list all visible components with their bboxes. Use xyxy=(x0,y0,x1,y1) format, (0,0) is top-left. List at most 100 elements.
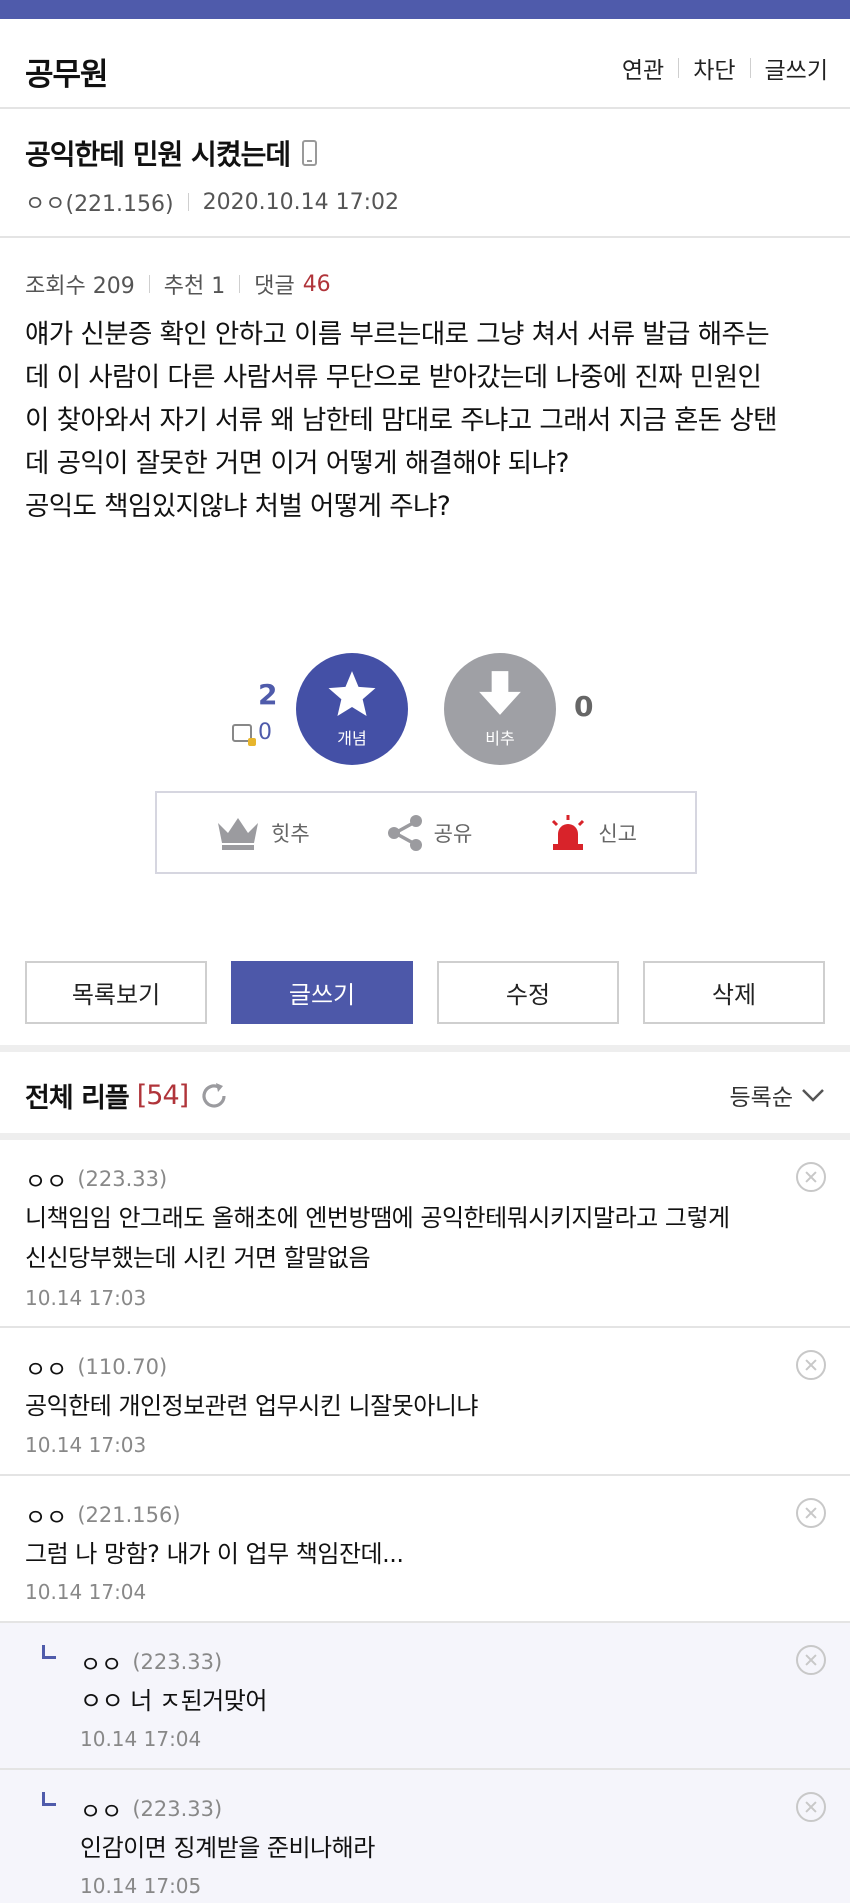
body-line: 얘가 신분증 확인 안하고 이름 부르는대로 그냥 쳐서 서류 발급 해주는 xyxy=(25,319,770,350)
body-line: 데 공익이 잘못한 거면 이거 어떻게 해결해야 되냐? xyxy=(25,448,569,479)
arrow-down-icon xyxy=(479,671,521,715)
divider xyxy=(749,58,751,78)
write-button[interactable]: 글쓰기 xyxy=(231,961,413,1024)
section-divider xyxy=(0,1133,850,1140)
reply-arrow-icon xyxy=(42,1645,56,1659)
comment-author: ㅇㅇ (223.33) xyxy=(80,1792,222,1826)
hit-button[interactable]: 힛추 xyxy=(215,815,310,851)
comment-text: 인감이면 징계받을 준비나해라 xyxy=(80,1828,820,1868)
comment-text: ㅇㅇ 너 ㅈ된거맞어 xyxy=(80,1681,820,1721)
post-author[interactable]: ㅇㅇ(221.156) xyxy=(25,186,174,218)
sort-label: 등록순 xyxy=(729,1085,793,1111)
comment-nickname[interactable]: ㅇㅇ xyxy=(25,1350,67,1384)
reply-title-text: 전체 리플 xyxy=(25,1083,130,1114)
siren-icon xyxy=(552,814,585,850)
reply-arrow-icon xyxy=(42,1792,56,1806)
fixed-upvote-value: 0 xyxy=(258,720,272,745)
mobile-icon xyxy=(302,140,318,166)
downvote-count: 0 xyxy=(574,690,594,723)
related-link[interactable]: 연관 xyxy=(622,51,664,85)
delete-comment-icon[interactable] xyxy=(796,1350,826,1380)
refresh-icon[interactable] xyxy=(198,1080,230,1112)
reply-item: ㅇㅇ (223.33) 인감이면 징계받을 준비나해라 10.14 17:05 xyxy=(0,1770,850,1903)
body-line: 이 찾아와서 자기 서류 왜 남한테 맘대로 주냐고 그래서 지금 혼돈 상탠 xyxy=(25,405,778,436)
list-button[interactable]: 목록보기 xyxy=(25,961,207,1024)
delete-comment-icon[interactable] xyxy=(796,1162,826,1192)
top-accent-bar xyxy=(0,0,850,19)
delete-button[interactable]: 삭제 xyxy=(643,961,825,1024)
comment-item: ㅇㅇ (223.33) 니책임임 안그래도 올해초에 엔번방땜에 공익한테뭐시키… xyxy=(0,1140,850,1328)
reply-title: 전체 리플 [54] xyxy=(25,1076,230,1115)
comment-nickname[interactable]: ㅇㅇ xyxy=(80,1792,122,1826)
vote-area: 2 0 개념 비추 0 xyxy=(0,650,850,770)
view-count: 조회수 209 xyxy=(25,274,135,299)
comment-author: ㅇㅇ (110.70) xyxy=(25,1350,167,1384)
post-actions: 힛추 공유 신고 xyxy=(155,791,697,874)
divider xyxy=(148,275,150,293)
comment-text: 그럼 나 망함? 내가 이 업무 책임잔데... xyxy=(25,1534,825,1574)
delete-comment-icon[interactable] xyxy=(796,1645,826,1675)
comment-line: ㅇㅇ 너 ㅈ된거맞어 xyxy=(80,1687,267,1715)
star-icon xyxy=(328,671,376,716)
comment-label: 댓글 xyxy=(254,274,295,299)
section-divider xyxy=(0,1045,850,1052)
delete-comment-icon[interactable] xyxy=(796,1498,826,1528)
comment-date: 10.14 17:04 xyxy=(80,1727,202,1751)
share-button[interactable]: 공유 xyxy=(386,814,473,852)
comment-line: 그럼 나 망함? 내가 이 업무 책임잔데... xyxy=(25,1540,404,1568)
comment-text: 니책임임 안그래도 올해초에 엔번방땜에 공익한테뭐시키지말라고 그렇게 신신당… xyxy=(25,1198,825,1278)
delete-comment-icon[interactable] xyxy=(796,1792,826,1822)
body-line: 공익도 책임있지않냐 처벌 어떻게 주냐? xyxy=(25,491,451,522)
post-meta: ㅇㅇ(221.156) 2020.10.14 17:02 xyxy=(25,186,399,218)
comment-line: 공익한테 개인정보관련 업무시킨 니잘못아니냐 xyxy=(25,1392,479,1420)
divider xyxy=(239,275,241,293)
reply-item: ㅇㅇ (223.33) ㅇㅇ 너 ㅈ된거맞어 10.14 17:04 xyxy=(0,1623,850,1770)
recommend-count: 추천 1 xyxy=(163,274,226,299)
comment-nickname[interactable]: ㅇㅇ xyxy=(80,1645,122,1679)
post-body: 얘가 신분증 확인 안하고 이름 부르는대로 그냥 쳐서 서류 발급 해주는 데… xyxy=(25,313,830,528)
edit-button[interactable]: 수정 xyxy=(437,961,619,1024)
downvote-button[interactable]: 비추 xyxy=(444,653,556,765)
fixed-user-icon xyxy=(232,723,256,746)
post-title: 공익한테 민원 시켰는데 xyxy=(25,133,318,173)
reply-count: [54] xyxy=(136,1080,189,1111)
chevron-down-icon xyxy=(802,1089,824,1102)
comment-nickname[interactable]: ㅇㅇ xyxy=(25,1498,67,1532)
post-title-text: 공익한테 민원 시켰는데 xyxy=(25,138,291,171)
report-button[interactable]: 신고 xyxy=(548,814,637,852)
upvote-count: 2 xyxy=(258,678,278,711)
comment-line: 신신당부했는데 시킨 거면 할말없음 xyxy=(25,1244,371,1272)
comment-author: ㅇㅇ (223.33) xyxy=(80,1645,222,1679)
comment-line: 니책임임 안그래도 올해초에 엔번방땜에 공익한테뭐시키지말라고 그렇게 xyxy=(25,1204,730,1232)
post-stats: 조회수 209 추천 1 댓글 46 xyxy=(25,268,331,300)
comment-ip: (223.33) xyxy=(132,1797,223,1821)
header-links: 연관 차단 글쓰기 xyxy=(622,51,828,85)
comment-item: ㅇㅇ (110.70) 공익한테 개인정보관련 업무시킨 니잘못아니냐 10.1… xyxy=(0,1328,850,1476)
comment-text: 공익한테 개인정보관련 업무시킨 니잘못아니냐 xyxy=(25,1386,825,1426)
comment-ip: (223.33) xyxy=(77,1167,168,1191)
body-line: 데 이 사람이 다른 사람서류 무단으로 받아갔는데 나중에 진짜 민원인 xyxy=(25,362,762,393)
comment-count: 46 xyxy=(302,271,331,297)
share-label: 공유 xyxy=(433,821,473,846)
post-buttons: 목록보기 글쓰기 수정 삭제 xyxy=(25,961,825,1024)
block-link[interactable]: 차단 xyxy=(693,51,735,85)
gallery-name[interactable]: 공무원 xyxy=(25,49,109,94)
crown-icon xyxy=(218,817,258,850)
divider xyxy=(187,193,189,211)
comment-author: ㅇㅇ (221.156) xyxy=(25,1498,181,1532)
post-header: 공익한테 민원 시켰는데 ㅇㅇ(221.156) 2020.10.14 17:0… xyxy=(0,111,850,238)
divider xyxy=(678,58,680,78)
comment-ip: (221.156) xyxy=(77,1503,181,1527)
fixed-upvote-count: 0 xyxy=(232,720,272,746)
comment-author: ㅇㅇ (223.33) xyxy=(25,1162,167,1196)
comment-ip: (223.33) xyxy=(132,1650,223,1674)
comment-date: 10.14 17:03 xyxy=(25,1286,147,1310)
comment-ip: (110.70) xyxy=(77,1355,168,1379)
sort-dropdown[interactable]: 등록순 xyxy=(730,1078,825,1112)
upvote-button[interactable]: 개념 xyxy=(296,653,408,765)
gallery-header: 공무원 연관 차단 글쓰기 xyxy=(0,19,850,109)
upvote-label: 개념 xyxy=(337,729,367,748)
comment-date: 10.14 17:04 xyxy=(25,1580,147,1604)
write-link[interactable]: 글쓰기 xyxy=(765,51,828,85)
comment-nickname[interactable]: ㅇㅇ xyxy=(25,1162,67,1196)
